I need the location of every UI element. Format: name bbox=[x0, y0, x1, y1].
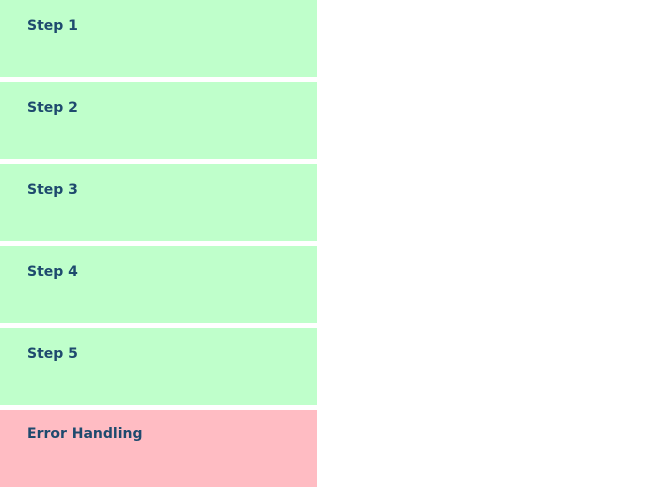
step-block-5: Step 5 bbox=[0, 328, 317, 405]
error-handling-block: Error Handling bbox=[0, 410, 317, 487]
step-label-5: Step 5 bbox=[27, 346, 78, 362]
step-label-1: Step 1 bbox=[27, 18, 78, 34]
error-handling-label: Error Handling bbox=[27, 426, 143, 442]
step-block-3: Step 3 bbox=[0, 164, 317, 241]
step-block-4: Step 4 bbox=[0, 246, 317, 323]
step-block-1: Step 1 bbox=[0, 0, 317, 77]
step-block-2: Step 2 bbox=[0, 82, 317, 159]
step-label-3: Step 3 bbox=[27, 182, 78, 198]
step-label-2: Step 2 bbox=[27, 100, 78, 116]
step-label-4: Step 4 bbox=[27, 264, 78, 280]
